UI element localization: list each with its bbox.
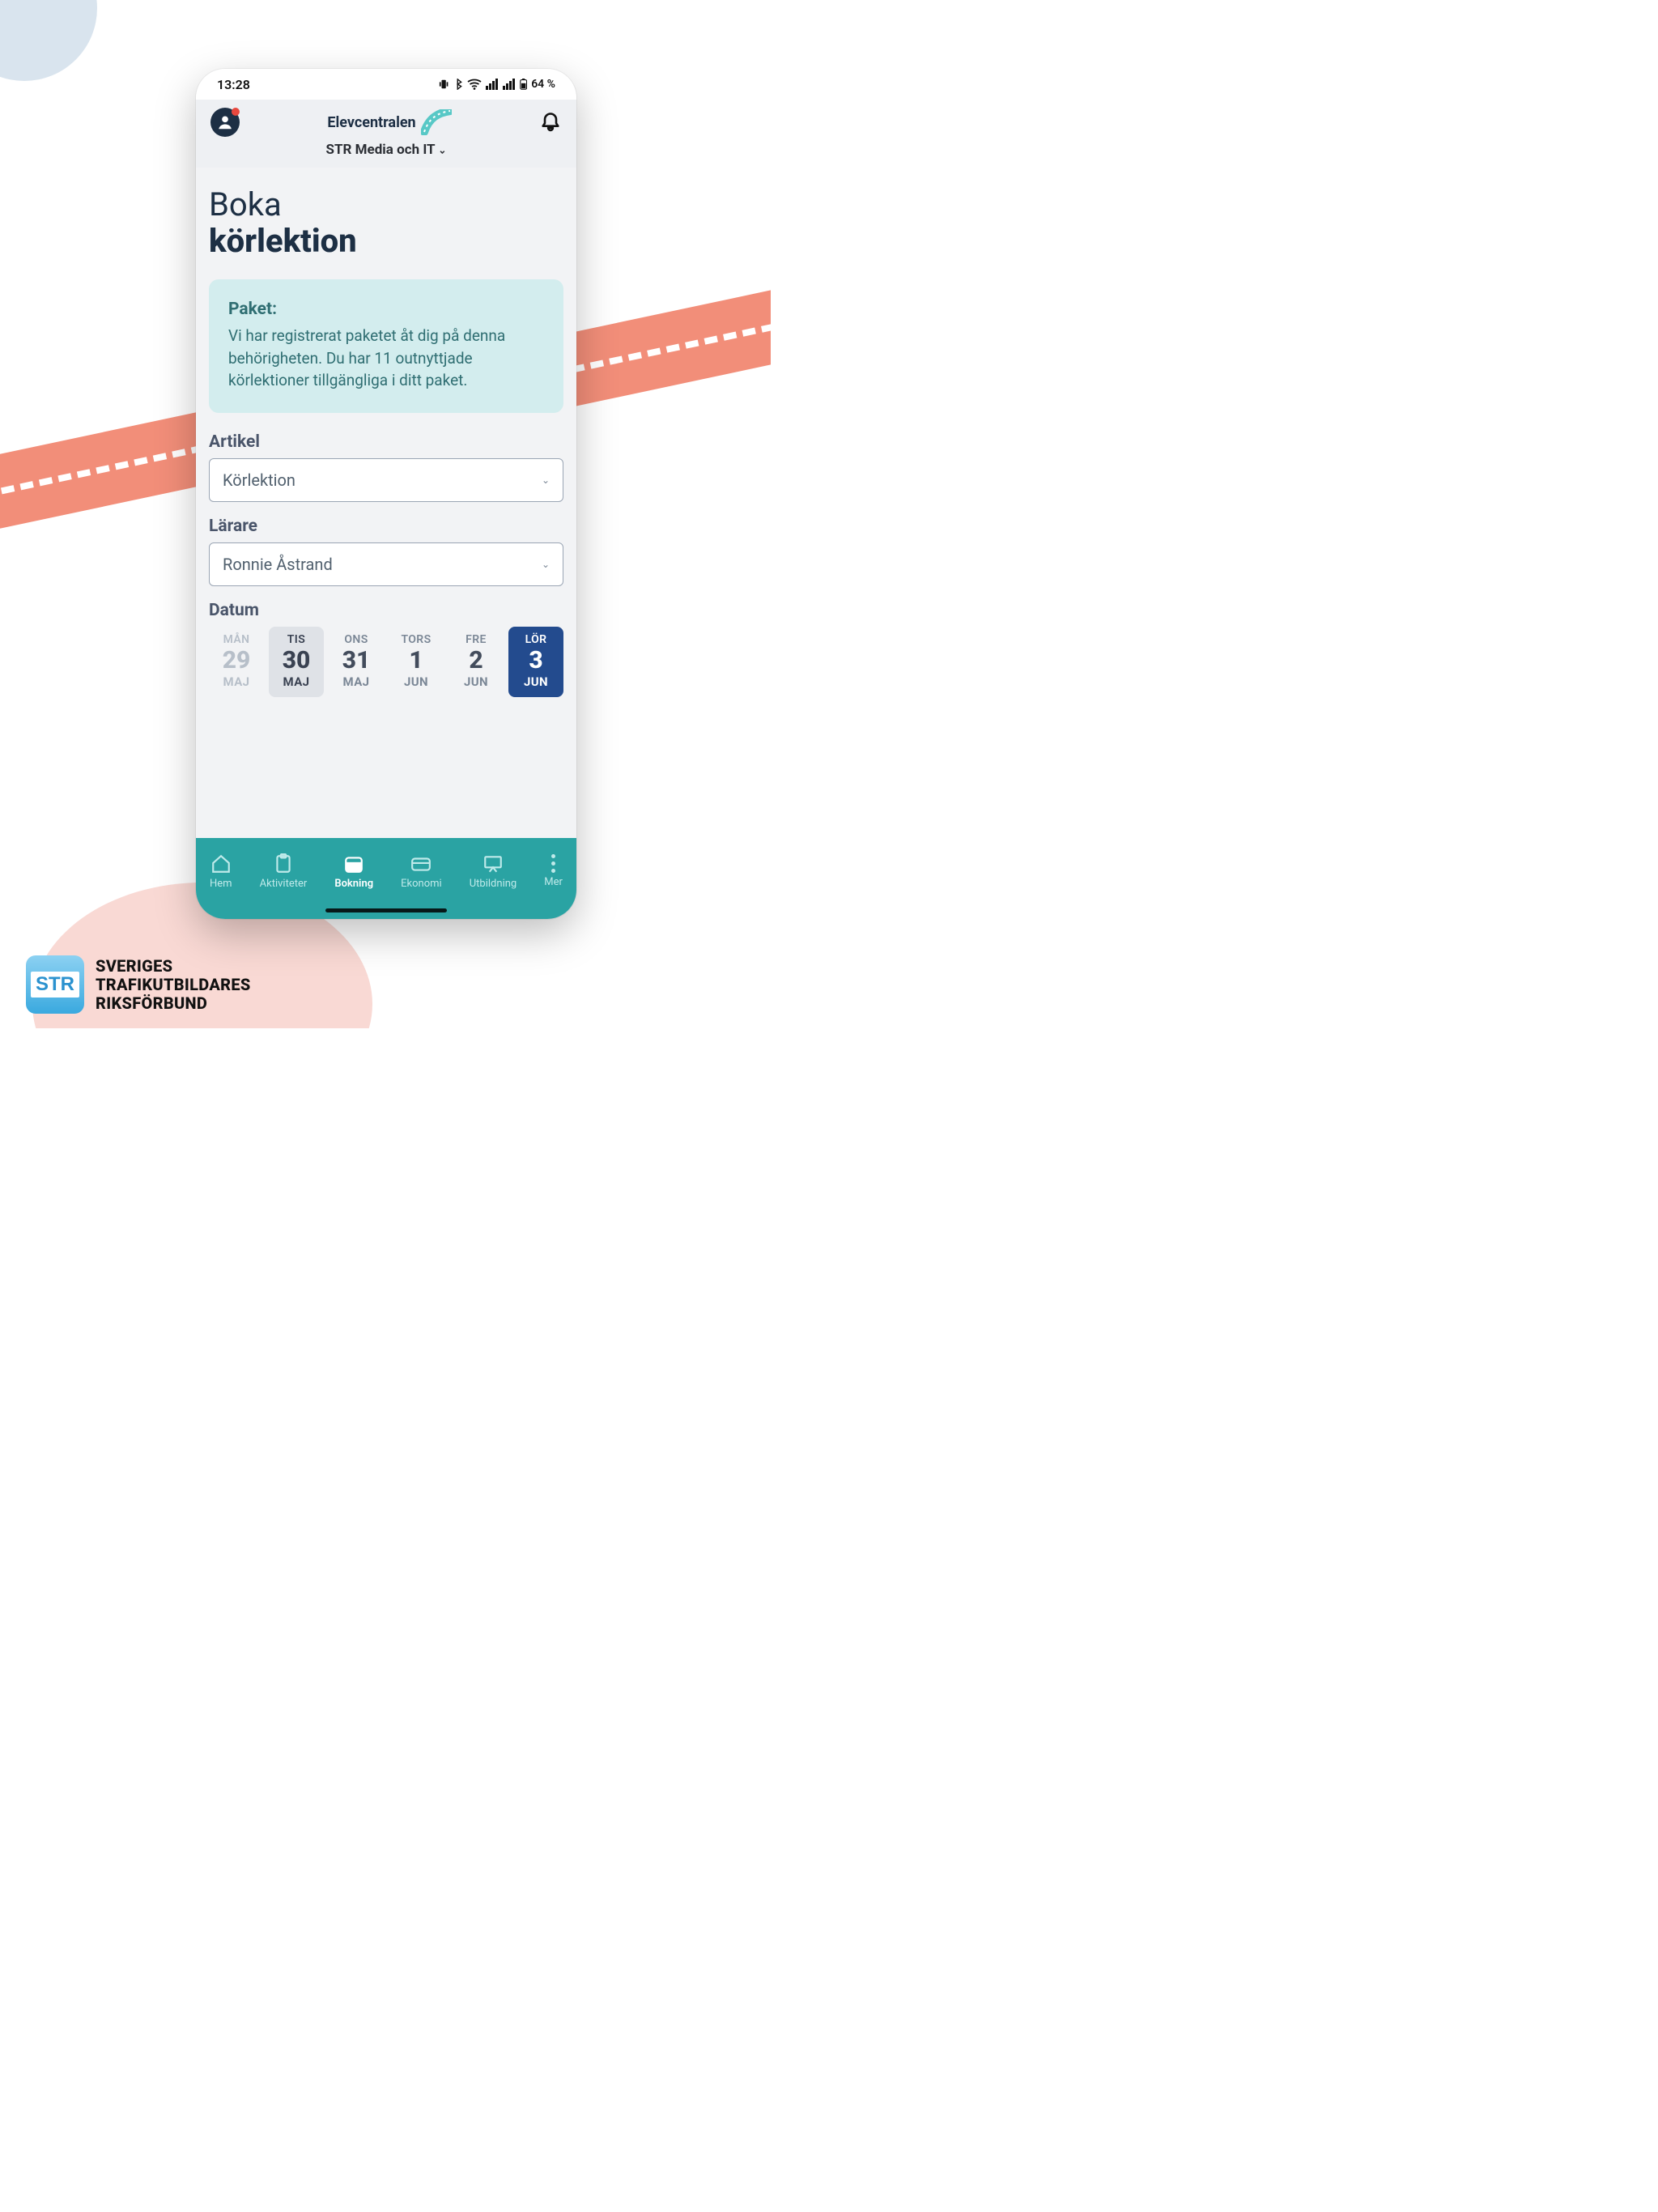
date-dow: TORS: [389, 633, 444, 646]
date-cell[interactable]: TORS 1JUN: [389, 627, 444, 698]
clipboard-icon: [273, 853, 294, 874]
larare-select[interactable]: Ronnie Åstrand ⌄: [209, 542, 563, 586]
profile-avatar[interactable]: [210, 108, 240, 137]
battery-text: 64 %: [531, 78, 555, 91]
paket-heading: Paket:: [228, 297, 544, 321]
str-text: SVERIGES TRAFIKUTBILDARES RIKSFÖRBUND: [96, 957, 251, 1013]
date-cell[interactable]: ONS 31MAJ: [329, 627, 384, 698]
date-mon: MAJ: [269, 674, 324, 689]
chevron-down-icon: ⌄: [542, 559, 550, 570]
road-logo-icon: [421, 109, 452, 135]
nav-bokning[interactable]: Bokning: [334, 853, 373, 890]
date-dow: LÖR: [508, 633, 563, 646]
nav-ekonomi-label: Ekonomi: [401, 878, 442, 890]
nav-mer[interactable]: Mer: [544, 854, 563, 888]
date-strip: MÅN29MAJTIS30MAJONS31MAJTORS1JUNFRE2JUNL…: [209, 627, 563, 698]
date-dow: FRE: [449, 633, 504, 646]
nav-hem-label: Hem: [210, 878, 232, 890]
nav-utbildning-label: Utbildning: [470, 878, 517, 890]
date-cell[interactable]: FRE 2JUN: [449, 627, 504, 698]
title-line-2: körlektion: [209, 222, 357, 260]
more-icon: [551, 854, 555, 873]
date-mon: JUN: [508, 674, 563, 689]
org-name: STR Media och IT: [326, 142, 436, 158]
app-body: Boka körlektion Paket: Vi har registrera…: [196, 168, 576, 838]
status-bar: 13:28 64 %: [196, 69, 576, 100]
nav-hem[interactable]: Hem: [210, 853, 232, 890]
str-abbr: STR: [31, 972, 79, 998]
date-cell[interactable]: MÅN 29MAJ: [209, 627, 264, 698]
date-num: 30: [269, 648, 324, 674]
artikel-value: Körlektion: [223, 470, 295, 490]
app-logo[interactable]: Elevcentralen: [327, 109, 451, 135]
bottom-nav: Hem Aktiviteter Bokning Ekonomi Utbildni…: [196, 838, 576, 919]
signal-icon-2: [503, 79, 516, 90]
str-line-1: SVERIGES: [96, 957, 251, 976]
str-line-2: TRAFIKUTBILDARES: [96, 976, 251, 994]
decorative-blob-top-left: [0, 0, 97, 81]
date-mon: MAJ: [209, 674, 264, 689]
calendar-icon: [343, 853, 364, 874]
paket-info-card: Paket: Vi har registrerat paketet åt dig…: [209, 279, 563, 413]
page-title: Boka körlektion: [209, 187, 563, 260]
nav-ekonomi[interactable]: Ekonomi: [401, 853, 442, 890]
battery-icon: [520, 79, 527, 90]
chevron-down-icon: ⌄: [542, 474, 550, 486]
bell-icon: [539, 111, 562, 134]
date-num: 29: [209, 648, 264, 674]
date-cell[interactable]: LÖR 3JUN: [508, 627, 563, 698]
org-select[interactable]: STR Media och IT ⌄: [210, 142, 562, 158]
title-line-1: Boka: [209, 185, 282, 223]
artikel-select[interactable]: Körlektion ⌄: [209, 458, 563, 502]
status-icons: 64 %: [439, 78, 555, 91]
date-mon: JUN: [389, 674, 444, 689]
date-mon: MAJ: [329, 674, 384, 689]
app-header: Elevcentralen STR Media och IT ⌄: [196, 100, 576, 168]
date-num: 1: [389, 648, 444, 674]
str-badge: STR SVERIGES TRAFIKUTBILDARES RIKSFÖRBUN…: [26, 955, 251, 1014]
bluetooth-icon: [453, 79, 463, 90]
str-logo-icon: STR: [26, 955, 84, 1014]
presentation-icon: [483, 853, 504, 874]
date-num: 31: [329, 648, 384, 674]
artikel-label: Artikel: [209, 432, 563, 452]
signal-icon-1: [486, 79, 499, 90]
phone-frame: 13:28 64 % Elevce: [196, 69, 576, 919]
nav-mer-label: Mer: [544, 876, 563, 888]
home-icon: [210, 853, 232, 874]
app-name: Elevcentralen: [327, 114, 415, 131]
person-icon: [216, 113, 234, 131]
date-dow: ONS: [329, 633, 384, 646]
str-line-3: RIKSFÖRBUND: [96, 994, 251, 1013]
wifi-icon: [467, 79, 482, 90]
datum-label: Datum: [209, 601, 563, 620]
date-num: 2: [449, 648, 504, 674]
paket-text: Vi har registrerat paketet åt dig på den…: [228, 325, 544, 392]
chevron-down-icon: ⌄: [438, 145, 446, 156]
home-indicator: [325, 908, 447, 912]
notifications-button[interactable]: [539, 111, 562, 134]
date-dow: MÅN: [209, 633, 264, 646]
date-num: 3: [508, 648, 563, 674]
nav-bokning-label: Bokning: [334, 878, 373, 890]
nav-aktiviteter-label: Aktiviteter: [260, 878, 308, 890]
date-mon: JUN: [449, 674, 504, 689]
card-icon: [410, 853, 432, 874]
larare-label: Lärare: [209, 517, 563, 536]
vibrate-icon: [439, 79, 449, 90]
larare-value: Ronnie Åstrand: [223, 555, 333, 574]
date-dow: TIS: [269, 633, 324, 646]
status-time: 13:28: [217, 77, 250, 92]
nav-utbildning[interactable]: Utbildning: [470, 853, 517, 890]
nav-aktiviteter[interactable]: Aktiviteter: [260, 853, 308, 890]
date-cell[interactable]: TIS 30MAJ: [269, 627, 324, 698]
